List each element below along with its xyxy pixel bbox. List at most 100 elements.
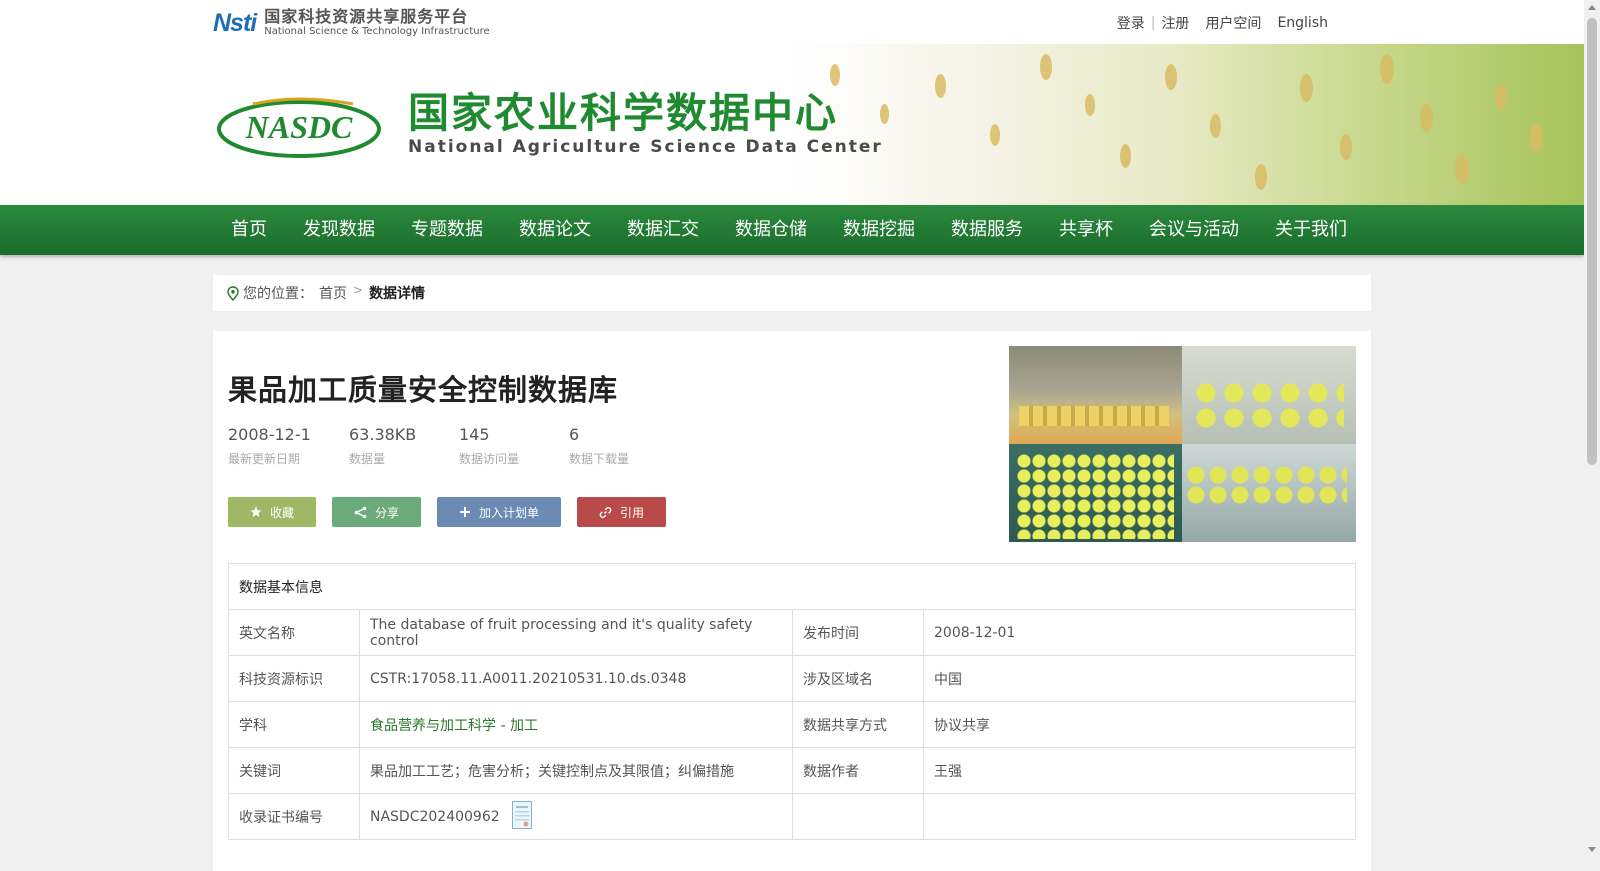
stat-label: 数据量: [349, 452, 386, 466]
nav-item-home[interactable]: 首页: [213, 205, 285, 255]
top-bar: Nsti 国家科技资源共享服务平台 National Science & Tec…: [0, 0, 1584, 44]
share-button[interactable]: 分享: [332, 497, 422, 527]
subject-main-link[interactable]: 食品营养与加工科学: [370, 718, 496, 734]
author-value: 王强: [923, 747, 1356, 794]
nav-item-submit[interactable]: 数据汇交: [609, 205, 717, 255]
scroll-up-arrow-icon[interactable]: [1588, 5, 1596, 10]
row-label: 英文名称: [228, 609, 360, 656]
nav-item-events[interactable]: 会议与活动: [1131, 205, 1257, 255]
scroll-down-arrow-icon[interactable]: [1588, 847, 1596, 852]
login-link[interactable]: 登录: [1117, 13, 1145, 33]
row-label: 收录证书编号: [228, 793, 360, 840]
basic-info-table: 数据基本信息 英文名称 The database of fruit proces…: [228, 563, 1356, 840]
cite-button[interactable]: 引用: [577, 497, 667, 527]
link-icon: [599, 506, 612, 519]
site-banner: NASDC 国家农业科学数据中心 National Agriculture Sc…: [0, 44, 1584, 205]
table-row: 关键词 果品加工工艺；危害分析；关键控制点及其限值；纠偏措施 数据作者 王强: [228, 747, 1356, 794]
stat-label: 数据访问量: [459, 452, 520, 466]
subject-value: 食品营养与加工科学 - 加工: [359, 701, 793, 748]
stat-value: 6: [569, 425, 580, 444]
stat-label: 最新更新日期: [228, 452, 301, 466]
scrollbar-thumb[interactable]: [1587, 18, 1597, 465]
breadcrumb-separator: >: [353, 283, 364, 297]
row-label: 数据作者: [792, 747, 924, 794]
cstr-value: CSTR:17058.11.A0011.20210531.10.ds.0348: [359, 655, 793, 702]
dataset-cover-image: [1009, 346, 1356, 542]
row-label: 科技资源标识: [228, 655, 360, 702]
breadcrumb-home[interactable]: 首页: [319, 283, 347, 303]
table-row: 学科 食品营养与加工科学 - 加工 数据共享方式 协议共享: [228, 701, 1356, 748]
nav-item-cup[interactable]: 共享杯: [1041, 205, 1131, 255]
action-buttons: 收藏 分享 加入计划单 引用: [228, 497, 682, 527]
cite-button-label: 引用: [620, 505, 645, 520]
table-row: 收录证书编号 NASDC202400962: [228, 793, 1356, 840]
certificate-number: NASDC202400962: [370, 808, 500, 825]
register-link[interactable]: 注册: [1161, 13, 1189, 33]
favorite-button-label: 收藏: [270, 505, 295, 520]
star-icon: [250, 506, 262, 518]
nsti-logo-mark: Nsti: [213, 8, 257, 37]
publish-date-value: 2008-12-01: [923, 609, 1356, 656]
dataset-title: 果品加工质量安全控制数据库: [228, 373, 619, 407]
nsti-logo[interactable]: Nsti 国家科技资源共享服务平台 National Science & Tec…: [213, 7, 490, 38]
nav-item-discover[interactable]: 发现数据: [285, 205, 393, 255]
row-label-empty: [792, 793, 924, 840]
brand-title-en: National Agriculture Science Data Center: [408, 137, 883, 157]
scrollbar[interactable]: [1584, 0, 1600, 857]
add-plan-button-label: 加入计划单: [479, 505, 540, 520]
certificate-icon[interactable]: [512, 800, 533, 833]
share-mode-value: 协议共享: [923, 701, 1356, 748]
link-divider: |: [1150, 15, 1156, 31]
keywords-value: 果品加工工艺；危害分析；关键控制点及其限值；纠偏措施: [359, 747, 793, 794]
row-label: 发布时间: [792, 609, 924, 656]
user-space-link[interactable]: 用户空间: [1205, 13, 1261, 33]
table-header-row: 数据基本信息: [228, 563, 1356, 610]
share-icon: [354, 506, 367, 519]
subject-dash: -: [496, 717, 510, 734]
nsti-logo-title: 国家科技资源共享服务平台: [264, 7, 469, 26]
certificate-cell: NASDC202400962: [359, 793, 793, 840]
nasdc-logo-text: NASDC: [245, 109, 353, 145]
dataset-detail-card: 果品加工质量安全控制数据库 2008-12-1 最新更新日期 63.38KB 数…: [213, 331, 1371, 871]
location-pin-icon: [227, 285, 239, 301]
table-row: 科技资源标识 CSTR:17058.11.A0011.20210531.10.d…: [228, 655, 1356, 702]
dataset-stats: 2008-12-1 最新更新日期 63.38KB 数据量 145 数据访问量 6…: [228, 425, 679, 467]
row-label: 关键词: [228, 747, 360, 794]
stat-visits: 145 数据访问量: [459, 425, 569, 467]
main-nav: 首页 发现数据 专题数据 数据论文 数据汇交 数据仓储 数据挖掘 数据服务 共享…: [0, 205, 1584, 255]
stat-value: 2008-12-1: [228, 425, 311, 444]
nasdc-logo[interactable]: NASDC: [213, 96, 385, 160]
stat-label: 数据下载量: [569, 452, 630, 466]
subject-sub-link[interactable]: 加工: [510, 718, 538, 734]
row-label: 涉及区域名: [792, 655, 924, 702]
stat-value: 63.38KB: [349, 425, 417, 444]
row-value-empty: [923, 793, 1356, 840]
favorite-button[interactable]: 收藏: [228, 497, 317, 527]
stat-updated: 2008-12-1 最新更新日期: [228, 425, 349, 467]
nsti-logo-subtitle: National Science & Technology Infrastruc…: [264, 26, 490, 37]
top-links: 登录 | 注册 用户空间 English: [1117, 13, 1328, 33]
stat-downloads: 6 数据下载量: [569, 425, 679, 467]
english-name-value: The database of fruit processing and it'…: [359, 609, 793, 656]
stat-size: 63.38KB 数据量: [349, 425, 459, 467]
brand-title-cn: 国家农业科学数据中心: [408, 89, 838, 137]
nav-item-papers[interactable]: 数据论文: [501, 205, 609, 255]
table-header: 数据基本信息: [228, 563, 1356, 610]
row-label: 数据共享方式: [792, 701, 924, 748]
breadcrumb-current: 数据详情: [369, 286, 426, 302]
nav-item-mining[interactable]: 数据挖掘: [825, 205, 933, 255]
nav-item-repository[interactable]: 数据仓储: [717, 205, 825, 255]
nav-item-topics[interactable]: 专题数据: [393, 205, 501, 255]
add-plan-button[interactable]: 加入计划单: [437, 497, 562, 527]
stat-value: 145: [459, 425, 490, 444]
breadcrumb-label: 您的位置：: [243, 286, 313, 302]
nav-item-services[interactable]: 数据服务: [933, 205, 1041, 255]
row-label: 学科: [228, 701, 360, 748]
plus-icon: [459, 506, 471, 518]
share-button-label: 分享: [375, 505, 400, 520]
table-row: 英文名称 The database of fruit processing an…: [228, 609, 1356, 656]
english-link[interactable]: English: [1277, 15, 1328, 31]
nav-item-about[interactable]: 关于我们: [1257, 205, 1365, 255]
breadcrumb: 您的位置： 首页 > 数据详情: [213, 275, 1371, 311]
region-value: 中国: [923, 655, 1356, 702]
